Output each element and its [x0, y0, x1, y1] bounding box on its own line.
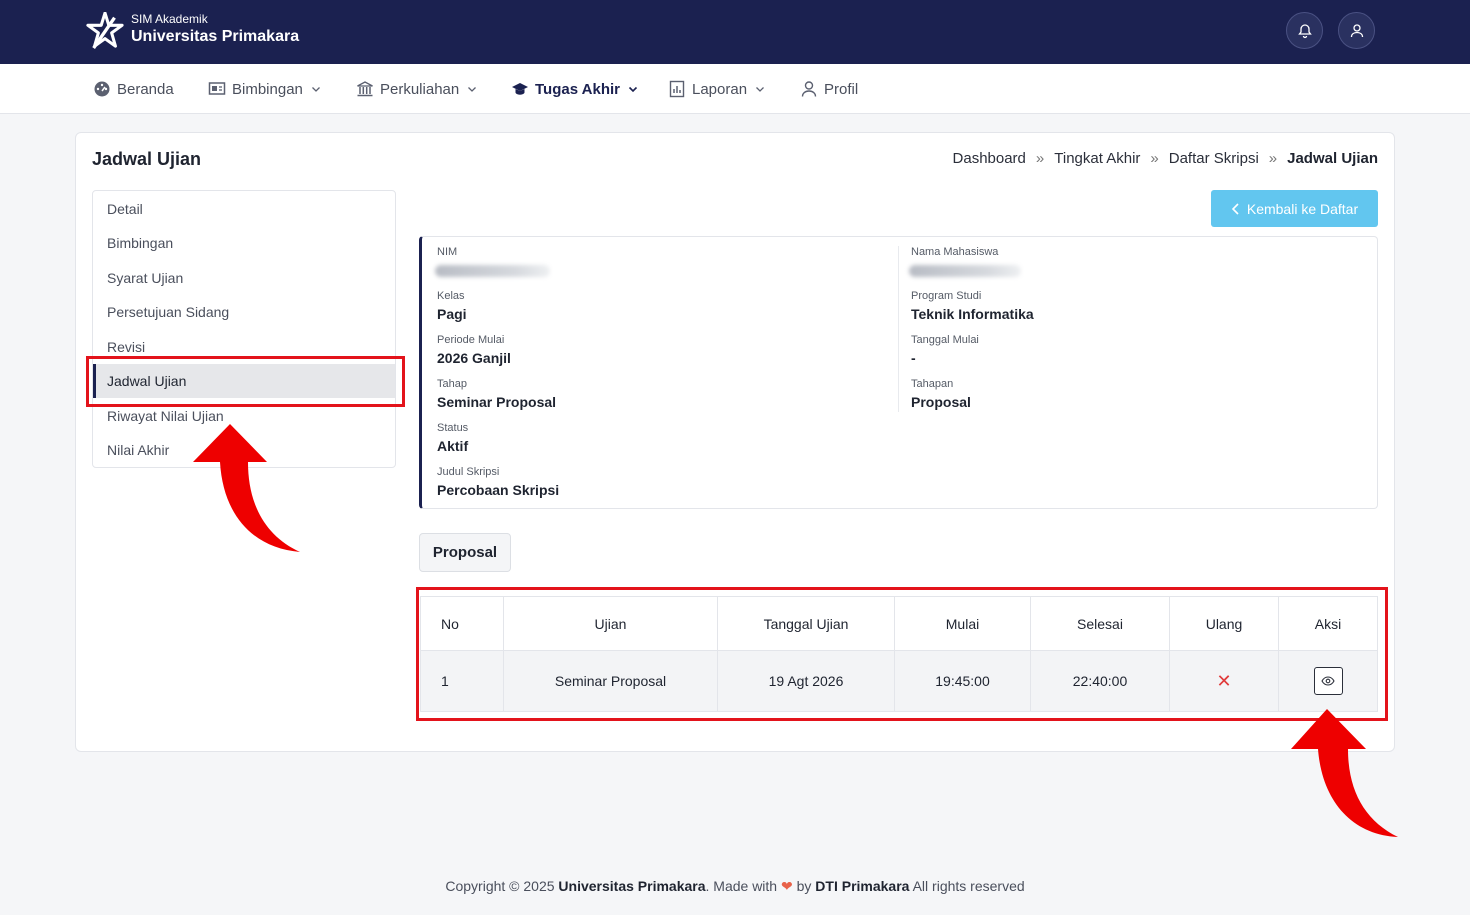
chevron-down-icon	[628, 86, 638, 93]
annotation-arrow	[193, 424, 300, 552]
institution-icon	[357, 81, 373, 97]
user-menu-button[interactable]	[1338, 12, 1375, 49]
copyright-text: Copyright © 2025	[445, 878, 555, 894]
report-icon	[669, 80, 685, 98]
breadcrumb: Dashboard » Tingkat Akhir » Daftar Skrip…	[953, 150, 1378, 167]
nav-label: Beranda	[117, 80, 174, 98]
nav-perkuliahan[interactable]: Perkuliahan	[356, 64, 477, 114]
user-icon	[801, 81, 817, 97]
brand-subtitle: SIM Akademik	[131, 12, 208, 26]
nim-value-redacted	[435, 265, 550, 277]
chevron-down-icon	[468, 87, 477, 92]
nim-label: NIM	[437, 246, 458, 258]
page-title: Jadwal Ujian	[92, 149, 202, 169]
notification-button[interactable]	[1286, 12, 1323, 49]
graduation-cap-icon	[512, 83, 528, 95]
annotation-arrow	[1291, 709, 1398, 837]
breadcrumb-separator: »	[1035, 150, 1045, 167]
status-label: Status	[437, 422, 469, 434]
prodi-value: Teknik Informatika	[911, 306, 1034, 322]
breadcrumb-tingkat-akhir[interactable]: Tingkat Akhir	[1054, 150, 1140, 167]
user-icon	[1350, 23, 1363, 37]
breadcrumb-separator: »	[1268, 150, 1278, 167]
footer: Copyright © 2025 Universitas Primakara. …	[0, 878, 1470, 895]
nama-label: Nama Mahasiswa	[911, 246, 999, 258]
nav-laporan[interactable]: Laporan	[668, 64, 765, 114]
periode-label: Periode Mulai	[437, 334, 505, 346]
nav-bimbingan[interactable]: Bimbingan	[208, 64, 321, 114]
side-item-detail[interactable]: Detail	[93, 192, 395, 226]
judul-label: Judul Skripsi	[437, 466, 500, 478]
kelas-value: Pagi	[437, 306, 467, 322]
nav-label: Profil	[824, 80, 859, 98]
tab-proposal[interactable]: Proposal	[419, 533, 511, 572]
chevron-left-icon	[1231, 202, 1239, 215]
info-divider	[898, 246, 899, 412]
kelas-label: Kelas	[437, 290, 465, 302]
presentation-icon	[208, 82, 226, 95]
side-item-bimbingan[interactable]: Bimbingan	[93, 226, 395, 260]
breadcrumb-dashboard[interactable]: Dashboard	[953, 150, 1026, 167]
tahapan-value: Proposal	[911, 394, 971, 410]
tahapan-label: Tahapan	[911, 378, 954, 390]
top-bar: SIM Akademik Universitas Primakara	[0, 0, 1470, 64]
tanggal-mulai-value: -	[911, 350, 916, 366]
footer-team[interactable]: DTI Primakara	[815, 878, 909, 894]
tahap-value: Seminar Proposal	[437, 394, 557, 410]
nav-beranda[interactable]: Beranda	[93, 64, 174, 114]
periode-value: 2026 Ganjil	[437, 350, 511, 366]
nav-label: Perkuliahan	[380, 80, 460, 98]
highlight-box	[86, 356, 405, 407]
breadcrumb-daftar-skripsi[interactable]: Daftar Skripsi	[1169, 150, 1259, 167]
status-value: Aktif	[437, 438, 469, 454]
bell-icon	[1297, 23, 1312, 38]
nav-label: Laporan	[692, 80, 748, 98]
rights-text: All rights reserved	[912, 878, 1025, 894]
chevron-down-icon	[756, 87, 765, 92]
nav-label: Tugas Akhir	[535, 80, 621, 98]
made-with-text: . Made with	[705, 878, 778, 894]
nav-label: Bimbingan	[232, 80, 303, 98]
nav-profil[interactable]: Profil	[800, 64, 858, 114]
breadcrumb-separator: »	[1150, 150, 1159, 167]
chevron-down-icon	[311, 87, 320, 92]
side-item-syarat-ujian[interactable]: Syarat Ujian	[93, 261, 395, 295]
by-text: by	[796, 878, 812, 894]
prodi-label: Program Studi	[911, 290, 982, 302]
back-to-list-button[interactable]: Kembali ke Daftar	[1211, 190, 1378, 227]
side-item-persetujuan-sidang[interactable]: Persetujuan Sidang	[93, 295, 395, 329]
nama-value-redacted	[909, 265, 1021, 277]
university-logo-icon	[86, 12, 124, 50]
highlight-box	[416, 587, 1388, 721]
judul-value: Percobaan Skripsi	[437, 482, 560, 498]
footer-org: Universitas Primakara	[558, 878, 706, 894]
tanggal-mulai-label: Tanggal Mulai	[911, 334, 979, 346]
brand-title: Universitas Primakara	[131, 28, 300, 45]
heart-icon: ❤	[780, 878, 793, 894]
nav-tugas-akhir[interactable]: Tugas Akhir	[511, 64, 638, 114]
breadcrumb-current: Jadwal Ujian	[1287, 150, 1378, 167]
main-nav: Beranda Bimbingan Perkuliahan Tugas Akhi…	[0, 64, 1470, 114]
dashboard-icon	[94, 81, 110, 97]
tahap-label: Tahap	[437, 378, 467, 390]
back-button-label: Kembali ke Daftar	[1246, 200, 1359, 217]
